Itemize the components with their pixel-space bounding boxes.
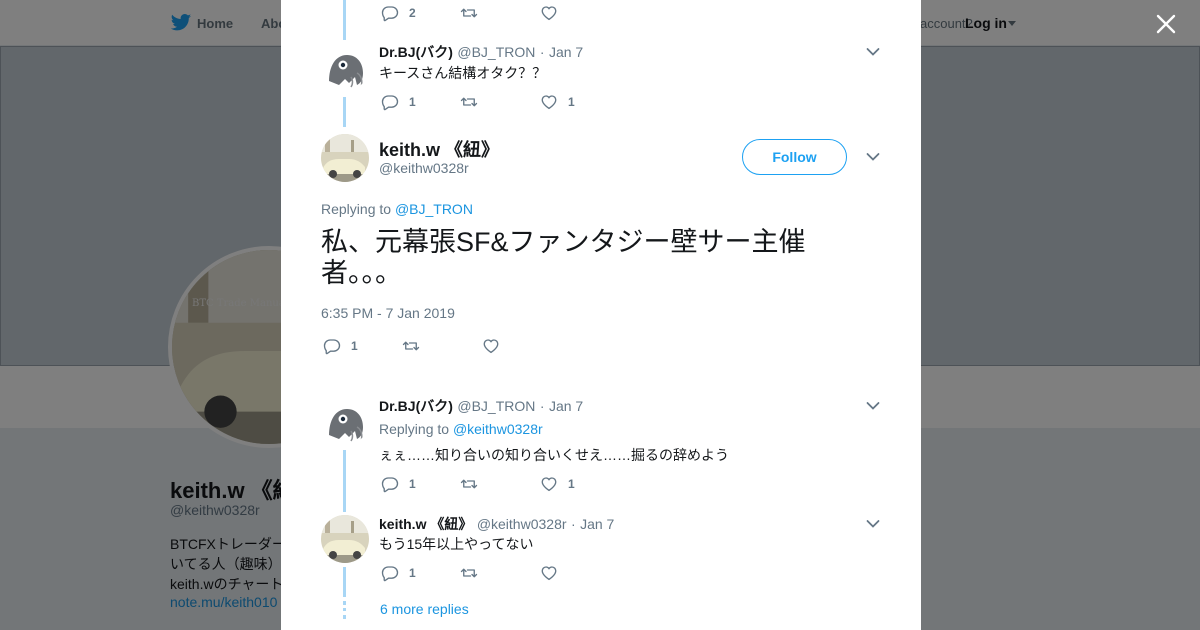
heart-icon — [540, 475, 558, 493]
car-avatar-image — [321, 134, 369, 182]
tweet-author-handle[interactable]: @keithw0328r — [477, 516, 567, 532]
retweet-icon — [460, 4, 478, 22]
main-tweet-text-line: 私、元幕張SF&ファンタジー壁サー主催 — [321, 227, 806, 257]
tweet-author-name[interactable]: keith.w 《紐》 — [379, 516, 472, 532]
reply-count: 1 — [409, 477, 416, 491]
chevron-down-icon[interactable] — [866, 47, 880, 57]
tweet-author-name[interactable]: Dr.BJ(バク) — [379, 398, 453, 414]
retweet-action[interactable] — [460, 475, 478, 493]
tweet-header: keith.w 《紐》 @keithw0328r · Jan 7 — [379, 514, 614, 534]
avatar[interactable] — [321, 397, 369, 445]
tweet-text: もう15年以上やってない — [379, 536, 534, 552]
reply-count: 2 — [409, 6, 416, 20]
replying-to: Replying to @keithw0328r — [379, 421, 543, 437]
main-tweet-text-line: 者。。。 — [321, 258, 402, 288]
reply-action[interactable]: 1 — [323, 337, 358, 355]
chevron-down-icon[interactable] — [866, 519, 880, 529]
reply-icon — [381, 93, 399, 111]
reply-action[interactable]: 2 — [381, 4, 416, 22]
close-icon[interactable] — [1154, 12, 1178, 36]
tweet-text: キースさん結構オタク？？ — [379, 65, 547, 81]
like-action[interactable]: 1 — [540, 475, 575, 493]
tweet-text: ぇぇ……知り合いの知り合いくせえ……掘るの辞めよう — [379, 447, 729, 463]
replying-to-label: Replying to — [321, 201, 392, 217]
reply-count: 1 — [351, 339, 358, 353]
owl-avatar-image — [321, 43, 369, 91]
main-tweet-author-name[interactable]: keith.w 《紐》 — [379, 136, 499, 162]
thread-line — [343, 567, 346, 597]
retweet-icon — [460, 564, 478, 582]
tweet-author-name[interactable]: Dr.BJ(バク) — [379, 44, 453, 60]
avatar[interactable] — [321, 515, 369, 563]
chevron-down-icon[interactable] — [866, 152, 880, 162]
retweet-icon — [460, 475, 478, 493]
heart-icon — [540, 4, 558, 22]
car-avatar-image — [321, 515, 369, 563]
retweet-action[interactable] — [460, 564, 478, 582]
retweet-action[interactable] — [460, 4, 478, 22]
replying-to: Replying to @BJ_TRON — [321, 201, 473, 217]
separator-dot: · — [539, 398, 545, 414]
reply-icon — [323, 337, 341, 355]
retweet-action[interactable] — [402, 337, 420, 355]
retweet-action[interactable] — [460, 93, 478, 111]
like-count: 1 — [568, 95, 575, 109]
tweet-header: Dr.BJ(バク) @BJ_TRON · Jan 7 — [379, 396, 583, 416]
replying-to-handle[interactable]: @keithw0328r — [453, 421, 543, 437]
tweet-author-handle[interactable]: @BJ_TRON — [457, 44, 535, 60]
owl-avatar-image — [321, 397, 369, 445]
like-action[interactable] — [482, 337, 500, 355]
reply-icon — [381, 4, 399, 22]
tweet-date[interactable]: Jan 7 — [549, 398, 583, 414]
tweet-author-handle[interactable]: @BJ_TRON — [457, 398, 535, 414]
thread-line — [343, 450, 346, 512]
tweet-timestamp[interactable]: 6:35 PM - 7 Jan 2019 — [321, 305, 455, 321]
heart-icon — [482, 337, 500, 355]
like-action[interactable] — [540, 4, 558, 22]
tweet-header: Dr.BJ(バク) @BJ_TRON · Jan 7 — [379, 42, 583, 62]
reply-icon — [381, 475, 399, 493]
replying-to-label: Replying to — [379, 421, 450, 437]
tweet-modal: 2 Dr.BJ(バク) @BJ_TRON · Jan 7 キースさん結構オタク？… — [281, 0, 921, 630]
follow-button[interactable]: Follow — [742, 139, 847, 175]
thread-line — [343, 0, 346, 40]
reply-action[interactable]: 1 — [381, 564, 416, 582]
reply-action[interactable]: 1 — [381, 475, 416, 493]
like-action[interactable]: 1 — [540, 93, 575, 111]
avatar[interactable] — [321, 134, 369, 182]
more-replies-link[interactable]: 6 more replies — [380, 601, 469, 617]
tweet-date[interactable]: Jan 7 — [580, 516, 614, 532]
main-tweet-author-handle[interactable]: @keithw0328r — [379, 160, 469, 176]
reply-count: 1 — [409, 95, 416, 109]
replying-to-handle[interactable]: @BJ_TRON — [395, 201, 473, 217]
retweet-icon — [460, 93, 478, 111]
like-action[interactable] — [540, 564, 558, 582]
avatar[interactable] — [321, 43, 369, 91]
heart-icon — [540, 564, 558, 582]
separator-dot: · — [539, 44, 545, 60]
reply-count: 1 — [409, 566, 416, 580]
like-count: 1 — [568, 477, 575, 491]
heart-icon — [540, 93, 558, 111]
retweet-icon — [402, 337, 420, 355]
reply-action[interactable]: 1 — [381, 93, 416, 111]
thread-line — [343, 97, 346, 127]
thread-dotted-line — [343, 601, 346, 619]
chevron-down-icon[interactable] — [866, 401, 880, 411]
reply-icon — [381, 564, 399, 582]
separator-dot: · — [570, 516, 576, 532]
tweet-date[interactable]: Jan 7 — [549, 44, 583, 60]
